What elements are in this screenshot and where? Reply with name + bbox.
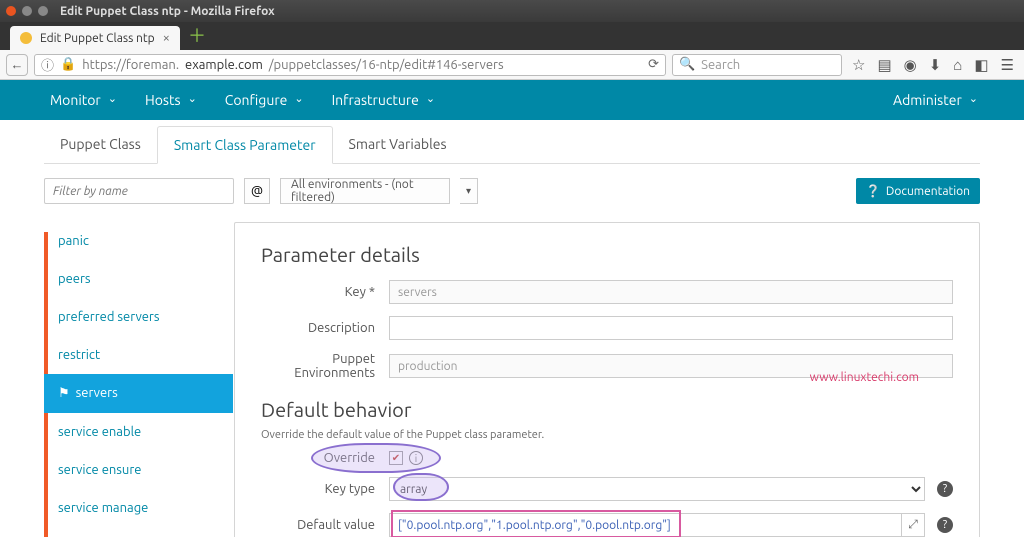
flag-icon: ⚑ [58,386,70,401]
key-input[interactable] [389,280,953,304]
bookmark-star-icon[interactable]: ☆ [852,56,865,74]
description-label: Description [261,321,389,335]
window-title-bar: Edit Puppet Class ntp - Mozilla Firefox [0,0,1024,22]
browser-tab-title: Edit Puppet Class ntp [40,32,155,45]
sidebar-item-servers[interactable]: ⚑servers [44,374,233,413]
description-input[interactable] [389,316,953,340]
nav-configure[interactable]: Configure [225,92,304,108]
sidebar-icon[interactable]: ◧ [974,56,988,74]
override-checkbox[interactable]: ✔ [389,451,403,465]
watermark: www.linuxtechi.com [810,371,919,384]
window-title: Edit Puppet Class ntp - Mozilla Firefox [60,5,275,18]
window-maximize-icon[interactable] [38,6,48,16]
nav-infrastructure[interactable]: Infrastructure [332,92,436,108]
default-value-label: Default value [261,518,389,532]
at-button[interactable]: @ [244,178,270,204]
sidebar-item-panic[interactable]: panic [44,222,233,260]
tab-smart-variables[interactable]: Smart Variables [333,126,463,163]
section-parameter-details: Parameter details [261,243,953,266]
lock-icon: 🔒 [60,57,76,72]
sidebar-item-service-name[interactable]: service name [44,527,233,537]
app-nav: Monitor Hosts Configure Infrastructure A… [0,80,1024,120]
url-prefix: https://foreman. [82,58,179,72]
keytype-help-icon[interactable]: ? [937,481,953,497]
downloads-icon[interactable]: ⬇ [929,56,942,74]
sidebar-item-preferred-servers[interactable]: preferred servers [44,298,233,336]
sidebar-item-restrict[interactable]: restrict [44,336,233,374]
tab-close-icon[interactable]: × [163,31,170,45]
window-close-icon[interactable] [6,6,16,16]
window-minimize-icon[interactable] [22,6,32,16]
nav-administer[interactable]: Administer [893,92,978,108]
browser-tab-strip: Edit Puppet Class ntp × ＋ [0,22,1024,50]
url-bar[interactable]: ⓘ 🔒 https://foreman. example.com/puppetcl… [34,54,666,76]
sidebar-item-service-manage[interactable]: service manage [44,489,233,527]
environments-label: Puppet Environments [261,352,389,380]
url-host: example.com [185,58,263,72]
environment-filter-caret[interactable]: ▾ [460,178,478,204]
tab-puppet-class[interactable]: Puppet Class [44,126,157,163]
pocket-icon[interactable]: ◉ [904,56,917,74]
sidebar-item-service-enable[interactable]: service enable [44,413,233,451]
back-button[interactable]: ← [6,54,28,76]
nav-hosts[interactable]: Hosts [145,92,197,108]
parameter-sidebar: panic peers preferred servers restrict ⚑… [44,222,234,537]
sidebar-item-service-ensure[interactable]: service ensure [44,451,233,489]
browser-toolbar: ← ⓘ 🔒 https://foreman. example.com/puppet… [0,50,1024,80]
detail-panel: Parameter details Key * Description Pupp… [234,222,980,537]
default-value-input[interactable] [389,513,902,537]
override-info-icon[interactable]: i [409,451,423,465]
url-path: /puppetclasses/16-ntp/edit#146-servers [269,58,504,72]
keytype-label: Key type [261,482,389,496]
identity-icon[interactable]: ⓘ [41,55,54,74]
library-icon[interactable]: ▤ [877,56,891,74]
documentation-label: Documentation [886,185,970,198]
default-value-help-icon[interactable]: ? [937,517,953,533]
filter-input[interactable] [44,178,234,204]
search-placeholder: Search [701,58,740,72]
override-label: Override [261,451,389,465]
key-label: Key * [261,285,389,299]
documentation-button[interactable]: ❔ Documentation [856,178,980,204]
section-default-behavior-sub: Override the default value of the Puppet… [261,429,953,441]
section-default-behavior: Default behavior [261,398,953,421]
browser-search[interactable]: 🔍 Search [672,54,842,76]
refresh-icon[interactable]: ⟳ [648,57,659,72]
expand-button[interactable]: ⤢ [901,513,925,537]
home-icon[interactable]: ⌂ [953,56,962,74]
new-tab-button[interactable]: ＋ [188,22,206,48]
favicon-icon [20,32,32,44]
page-tabs: Puppet Class Smart Class Parameter Smart… [44,126,980,164]
environment-filter-label: All environments - (not filtered) [291,178,439,204]
filter-row: @ All environments - (not filtered) ▾ ❔ … [44,178,980,204]
keytype-select[interactable]: array [389,477,925,501]
nav-monitor[interactable]: Monitor [50,92,117,108]
environment-filter[interactable]: All environments - (not filtered) [280,178,450,204]
search-icon: 🔍 [679,57,695,72]
menu-icon[interactable]: ☰ [1001,56,1014,74]
sidebar-item-peers[interactable]: peers [44,260,233,298]
tab-smart-class-parameter[interactable]: Smart Class Parameter [157,126,333,164]
help-icon: ❔ [866,184,881,198]
browser-tab-active[interactable]: Edit Puppet Class ntp × [10,26,180,50]
